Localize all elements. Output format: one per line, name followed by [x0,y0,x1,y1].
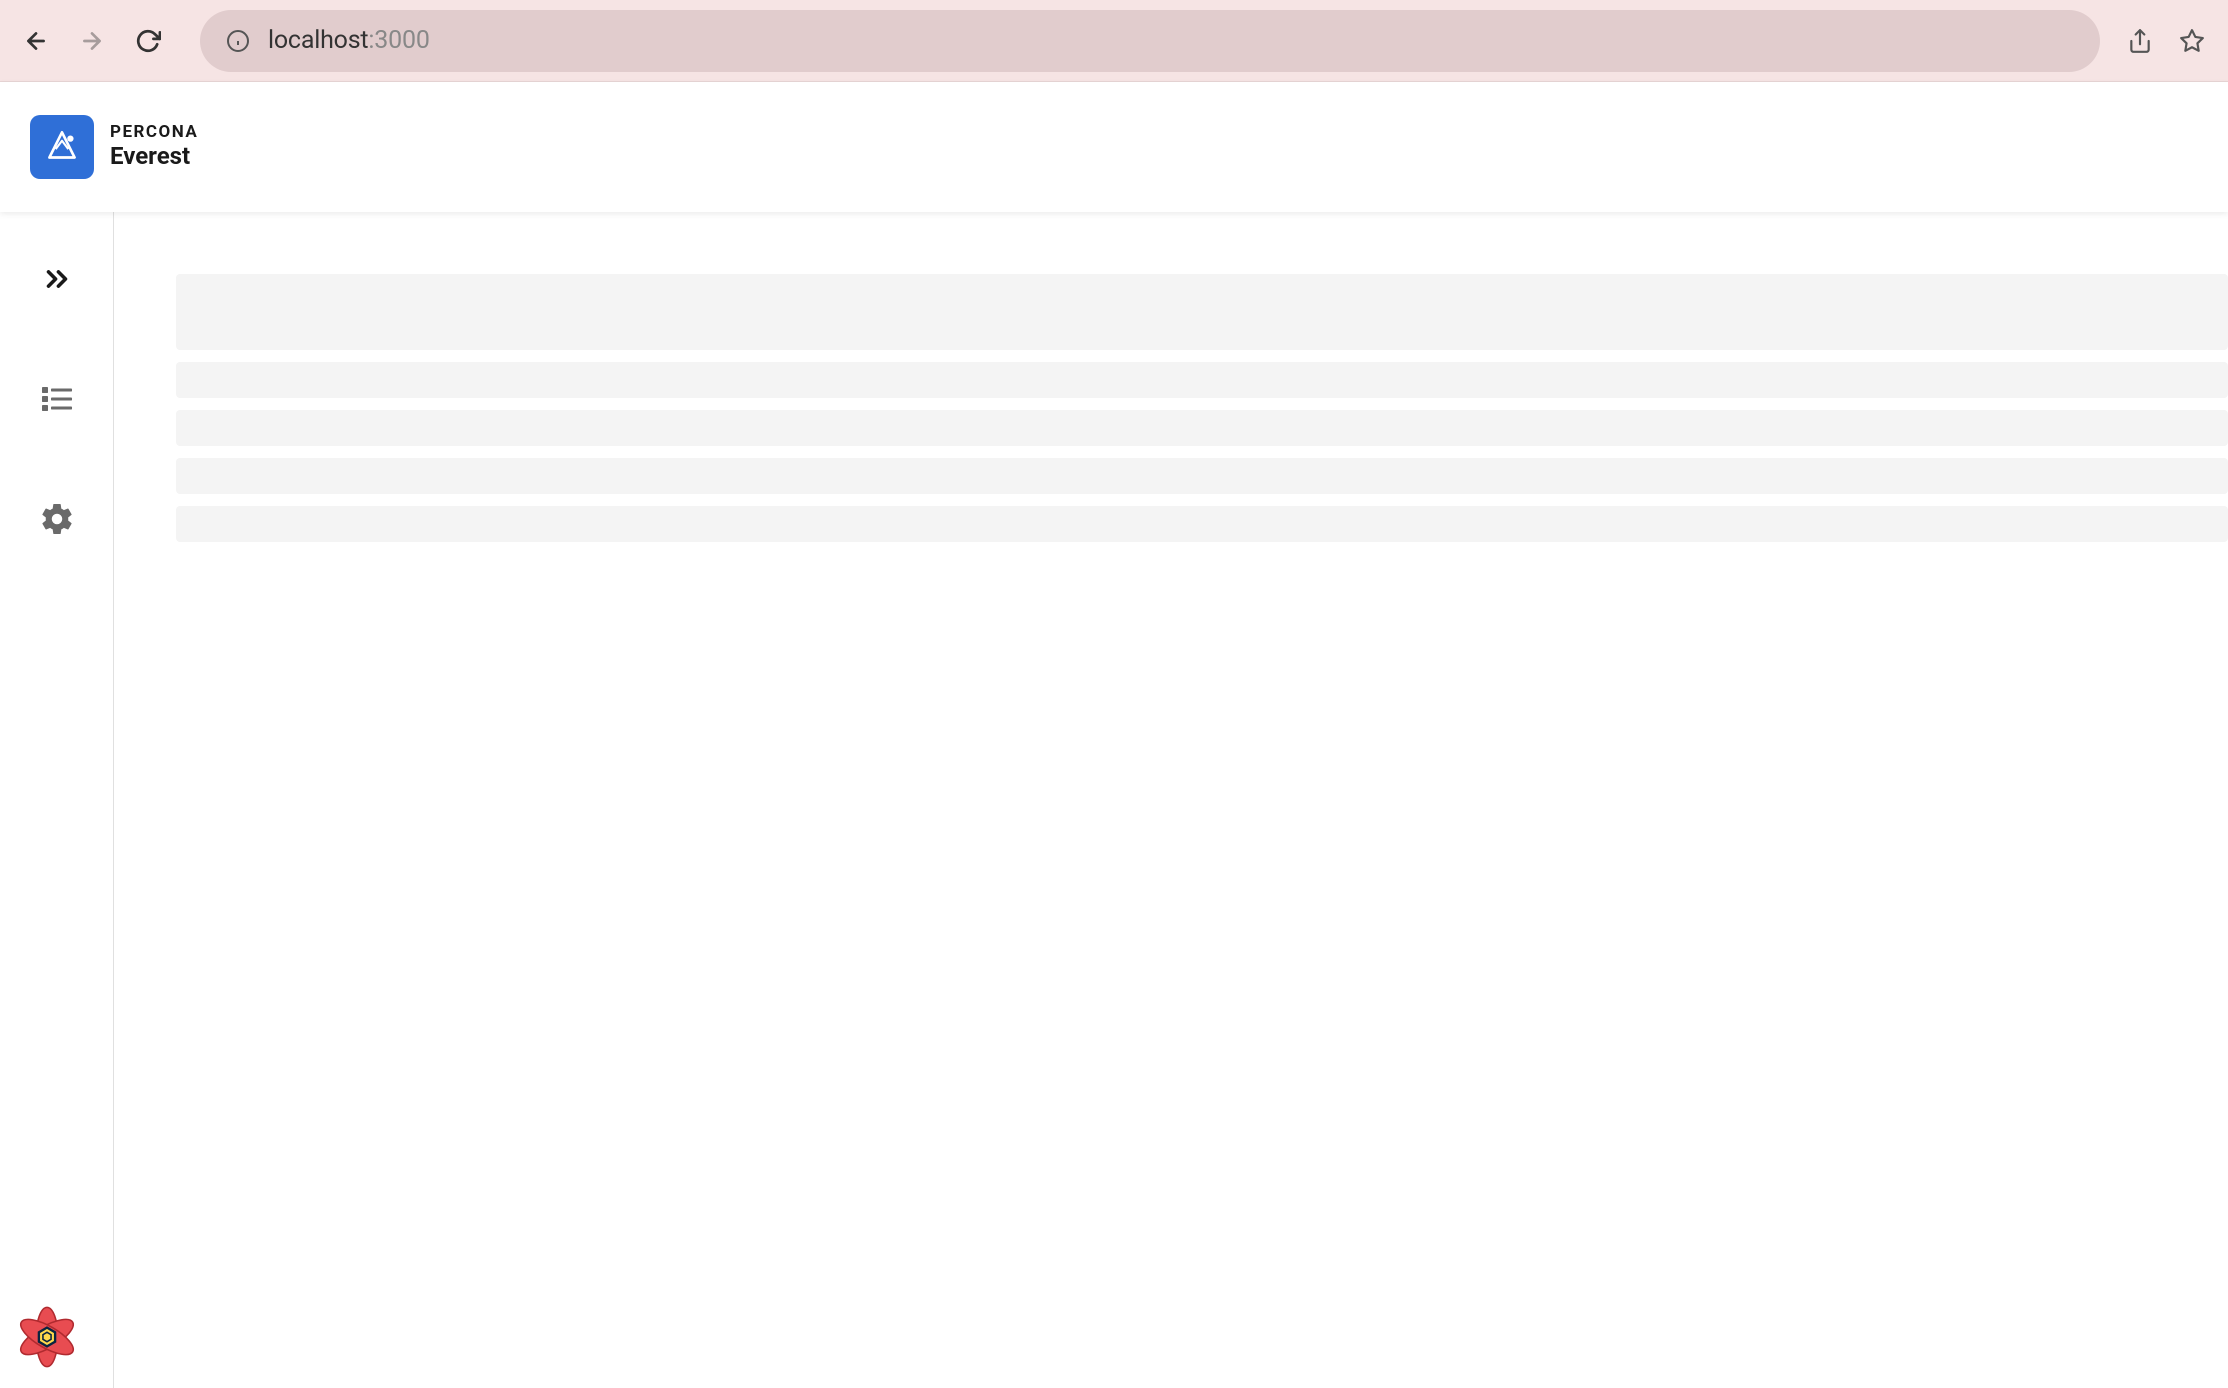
chevrons-right-icon [40,262,74,296]
skeleton-row [176,506,2228,542]
react-query-icon [8,1298,86,1376]
logo-product: Everest [110,143,198,171]
gear-icon [39,501,75,537]
content-area [114,212,2228,1388]
browser-right-actions [2116,27,2216,55]
address-bar[interactable]: localhost:3000 [200,10,2100,72]
logo-text: PERCONA Everest [110,123,198,170]
skeleton-row [176,410,2228,446]
skeleton-loader [176,274,2228,542]
url-host: localhost [268,26,368,55]
reload-button[interactable] [132,25,164,57]
sidebar-item-databases[interactable] [32,374,82,424]
react-query-devtools-button[interactable] [8,1298,86,1376]
logo-brand: PERCONA [110,123,198,143]
logo[interactable]: PERCONA Everest [30,115,198,179]
skeleton-row [176,274,2228,350]
main-layout [0,212,2228,1388]
url-display: localhost:3000 [268,26,430,55]
forward-button[interactable] [76,25,108,57]
app-header: PERCONA Everest [0,82,2228,212]
browser-chrome: localhost:3000 [0,0,2228,82]
logo-icon [30,115,94,179]
sidebar [0,212,114,1388]
bookmark-button[interactable] [2178,27,2206,55]
skeleton-row [176,458,2228,494]
sidebar-expand-button[interactable] [32,254,82,304]
list-icon [39,381,75,417]
browser-nav-buttons [12,25,164,57]
back-button[interactable] [20,25,52,57]
share-button[interactable] [2126,27,2154,55]
skeleton-row [176,362,2228,398]
site-info-icon[interactable] [226,29,250,53]
url-port: :3000 [368,26,429,55]
sidebar-item-settings[interactable] [32,494,82,544]
